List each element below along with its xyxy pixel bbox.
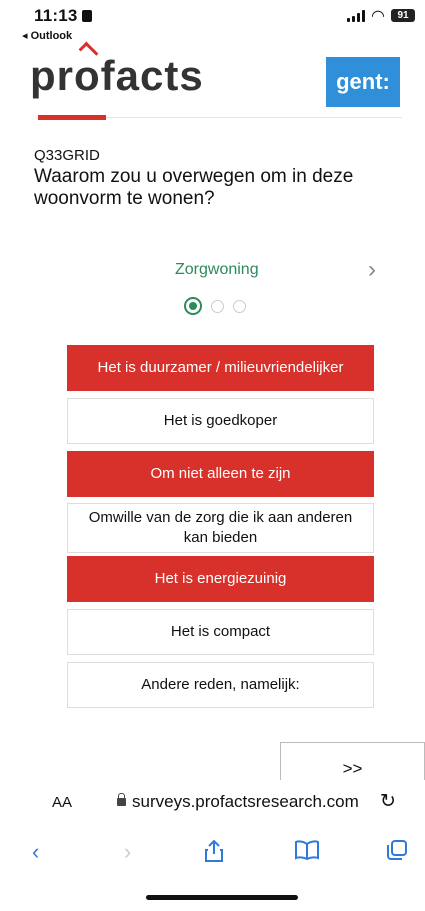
status-time: 11:13 <box>34 6 92 26</box>
lock-icon <box>81 10 92 22</box>
signal-icon <box>347 10 365 22</box>
option-button[interactable]: Het is compact <box>67 609 374 655</box>
pagination-dot[interactable] <box>233 299 246 313</box>
pagination-dot[interactable] <box>211 299 224 313</box>
option-button[interactable]: Omwille van de zorg die ik aan anderen k… <box>67 503 374 553</box>
wifi-icon: ◠ <box>371 8 385 25</box>
option-button[interactable]: Om niet alleen te zijn <box>67 451 374 497</box>
tabs-icon[interactable] <box>386 839 408 867</box>
battery-indicator: 91 <box>391 9 415 22</box>
question-text: Waarom zou u overwegen om in deze woonvo… <box>34 166 354 209</box>
chevron-right-icon: › <box>124 839 132 864</box>
padlock-icon <box>117 793 126 806</box>
chevron-right-icon[interactable]: › <box>368 256 376 284</box>
question-code: Q33GRID <box>34 147 100 164</box>
option-button[interactable]: Andere reden, namelijk: <box>67 662 374 708</box>
back-to-app-link[interactable]: ◂ Outlook <box>22 29 72 42</box>
home-indicator <box>146 895 298 900</box>
url-text[interactable]: surveys.profactsresearch.com <box>132 792 359 812</box>
gent-logo: gent: <box>326 57 400 107</box>
browser-address-bar[interactable]: AA surveys.profactsresearch.com ↻ <box>0 786 425 822</box>
carousel-pagination <box>184 297 246 315</box>
option-button[interactable]: Het is goedkoper <box>67 398 374 444</box>
pagination-dot-active[interactable] <box>184 297 202 315</box>
chevron-left-icon[interactable]: ‹ <box>32 839 39 865</box>
reload-icon[interactable]: ↻ <box>380 790 396 813</box>
status-bar: 11:13 ◂ Outlook ◠ 91 <box>0 0 425 44</box>
profacts-logo: profacts <box>30 52 204 99</box>
browser-toolbar: ‹ › <box>0 833 425 877</box>
text-size-button[interactable]: AA <box>52 794 72 811</box>
progress-bar-track <box>106 117 402 118</box>
share-icon[interactable] <box>204 839 224 869</box>
progress-bar-fill <box>38 115 106 120</box>
option-button[interactable]: Het is energiezuinig <box>67 556 374 602</box>
carousel-item-label: Zorgwoning <box>175 261 259 278</box>
book-icon[interactable] <box>294 839 320 867</box>
next-button[interactable]: >> <box>280 742 425 780</box>
option-button[interactable]: Het is duurzamer / milieuvriendelijker <box>67 345 374 391</box>
